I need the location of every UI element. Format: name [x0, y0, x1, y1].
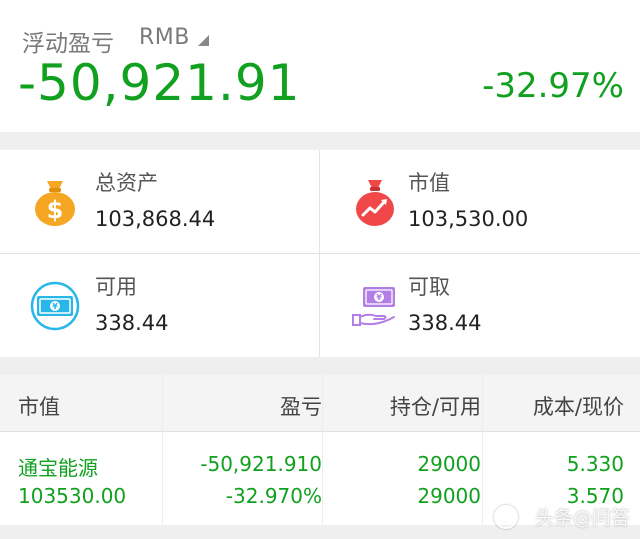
- col-header-market-value[interactable]: 市值: [18, 391, 60, 421]
- pnl-header: 浮动盈亏 RMB -50,921.91 -32.97%: [0, 0, 640, 132]
- col-header-pnl[interactable]: 盈亏: [280, 391, 322, 421]
- available-label: 可用: [95, 275, 137, 299]
- stock-market-value: 103530.00: [18, 484, 127, 508]
- stock-pnl-percent: -32.970%: [225, 484, 322, 508]
- svg-text:¥: ¥: [52, 302, 58, 311]
- col-header-cost-price[interactable]: 成本/现价: [533, 391, 624, 421]
- stock-cost: 5.330: [566, 452, 624, 476]
- total-assets-label: 总资产: [95, 171, 158, 195]
- table-header: 市值 盈亏 持仓/可用 成本/现价: [0, 375, 640, 432]
- banknote-icon: ¥: [30, 281, 80, 331]
- stock-pnl: -50,921.910: [200, 452, 322, 476]
- stock-available: 29000: [417, 484, 481, 508]
- withdrawable-value: 338.44: [408, 311, 482, 335]
- floating-pnl-percent: -32.97%: [482, 66, 624, 106]
- svg-text:¥: ¥: [376, 293, 382, 302]
- market-value-value: 103,530.00: [408, 207, 529, 231]
- floating-pnl-label: 浮动盈亏: [22, 31, 114, 57]
- total-assets-value: 103,868.44: [95, 207, 216, 231]
- dropdown-triangle-icon[interactable]: [198, 35, 209, 46]
- stock-position: 29000: [417, 452, 481, 476]
- withdrawable-label: 可取: [408, 275, 450, 299]
- currency-selector[interactable]: RMB: [139, 25, 190, 50]
- watermark-logo-icon: [494, 505, 518, 529]
- available-value: 338.44: [95, 311, 169, 335]
- card-market-value[interactable]: 市值 103,530.00: [320, 150, 640, 253]
- money-bag-dollar-icon: $: [35, 181, 75, 226]
- money-bag-chart-icon: [356, 180, 394, 226]
- col-header-position[interactable]: 持仓/可用: [390, 391, 481, 421]
- hand-withdraw-icon: ¥: [352, 287, 395, 326]
- asset-summary-grid: $ 总资产 103,868.44 市值 103,530.00 ¥ 可用 338.…: [0, 150, 640, 357]
- stock-name: 通宝能源: [18, 456, 98, 480]
- card-total-assets[interactable]: $ 总资产 103,868.44: [0, 150, 320, 253]
- card-available[interactable]: ¥ 可用 338.44: [0, 254, 320, 357]
- floating-pnl-value: -50,921.91: [18, 54, 301, 112]
- svg-text:$: $: [47, 196, 64, 224]
- card-withdrawable[interactable]: ¥ 可取 338.44: [320, 254, 640, 357]
- watermark-text: 头条@问答: [534, 507, 630, 529]
- market-value-label: 市值: [408, 171, 450, 195]
